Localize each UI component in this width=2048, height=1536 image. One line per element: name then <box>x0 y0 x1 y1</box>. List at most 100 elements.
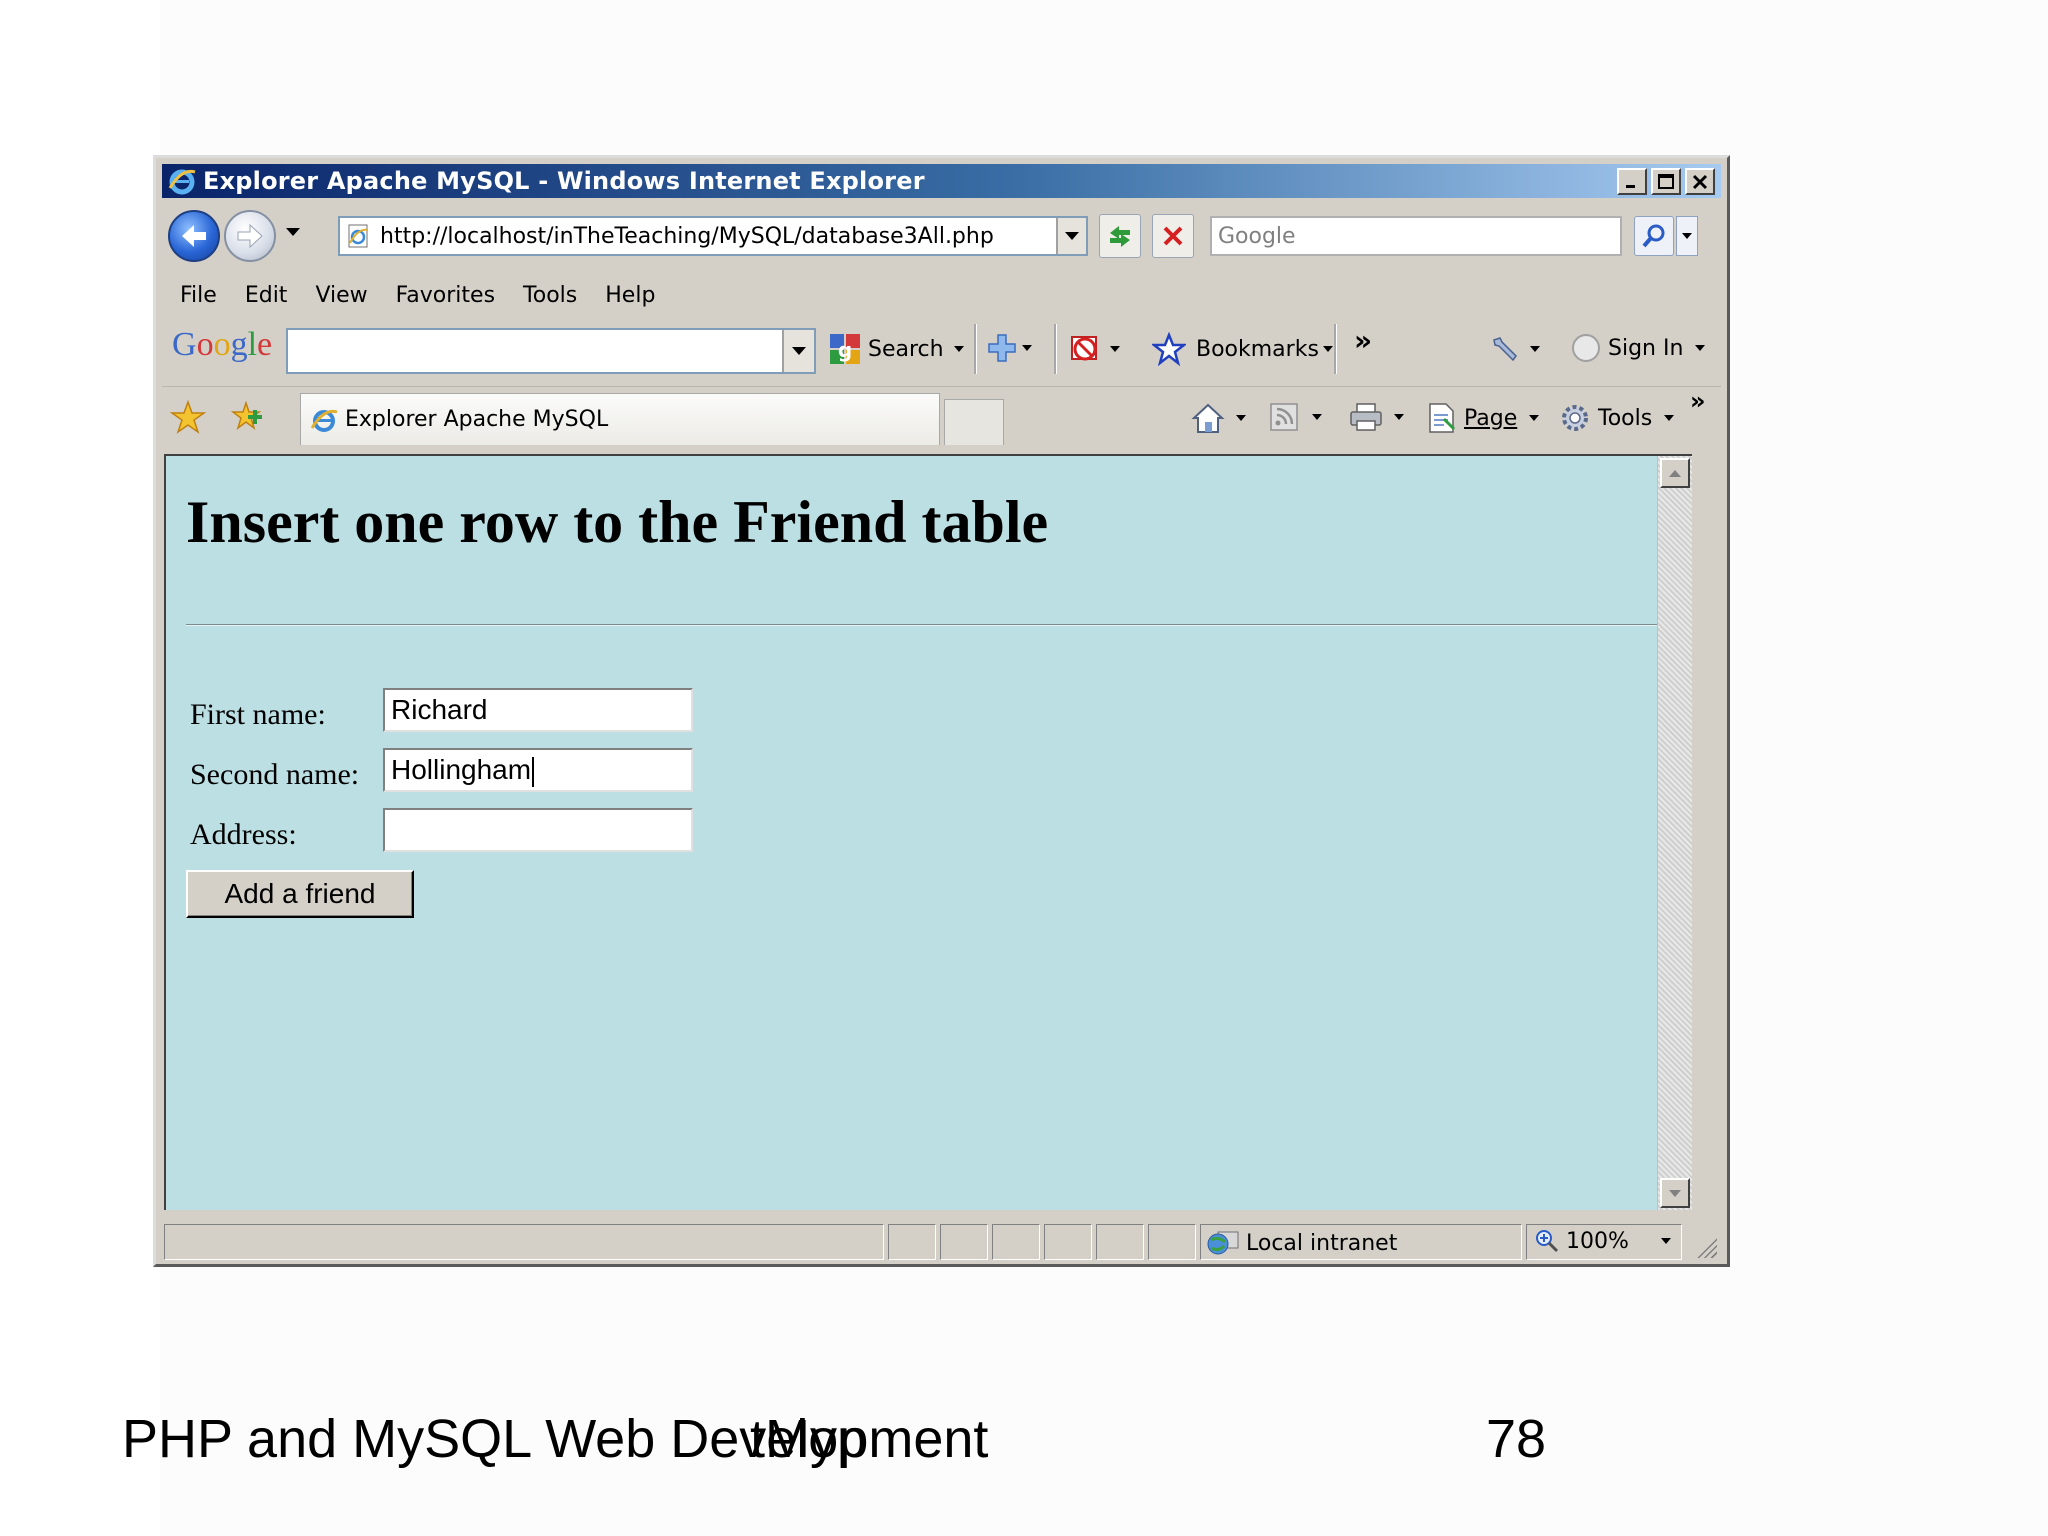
chevron-down-icon <box>1312 414 1322 420</box>
second-name-field[interactable]: Hollingham <box>383 748 693 792</box>
sign-in-circle-icon <box>1572 334 1600 362</box>
home-icon <box>1191 403 1225 433</box>
address-dropdown-button[interactable] <box>1056 218 1086 254</box>
chevron-down-icon <box>1529 415 1540 421</box>
vertical-scrollbar[interactable] <box>1657 456 1692 1210</box>
chevron-down-icon <box>1695 345 1706 351</box>
tab-bar: Explorer Apache MySQL Page Tools » <box>162 386 1721 445</box>
back-button[interactable] <box>168 210 220 262</box>
chevron-up-icon <box>1669 469 1681 477</box>
status-cell <box>940 1224 988 1260</box>
forward-button[interactable] <box>224 210 276 262</box>
sign-in-label: Sign In <box>1608 335 1684 361</box>
second-name-label: Second name: <box>190 758 360 791</box>
menu-favorites[interactable]: Favorites <box>396 283 495 308</box>
address-field[interactable] <box>383 808 693 852</box>
svg-text:g: g <box>838 338 852 362</box>
maximize-button[interactable] <box>1651 168 1681 195</box>
ie-logo-icon <box>168 169 196 195</box>
google-g-icon: g <box>830 334 860 364</box>
chevron-down-icon <box>1322 346 1333 352</box>
close-button[interactable] <box>1685 168 1715 195</box>
scroll-down-button[interactable] <box>1660 1178 1690 1208</box>
minimize-button[interactable] <box>1617 168 1647 195</box>
menu-help[interactable]: Help <box>605 283 655 308</box>
tab-label: Explorer Apache MySQL <box>345 407 609 432</box>
add-friend-button[interactable]: Add a friend <box>186 870 414 918</box>
page-content: Insert one row to the Friend table First… <box>164 454 1692 1210</box>
slide-margin <box>0 0 160 1536</box>
intranet-globe-icon <box>1207 1231 1239 1255</box>
address-label: Address: <box>190 818 297 851</box>
chevron-down-icon <box>1682 233 1692 239</box>
forward-arrow-icon <box>237 223 263 249</box>
title-bar: Explorer Apache MySQL - Windows Internet… <box>162 164 1721 198</box>
favorites-center-button[interactable] <box>169 399 207 439</box>
live-search-input[interactable]: Google <box>1210 216 1622 256</box>
sign-in-button[interactable]: Sign In <box>1570 332 1706 364</box>
bookmarks-button[interactable]: Bookmarks <box>1152 332 1333 366</box>
toolbar-overflow-button[interactable]: » <box>1354 324 1372 357</box>
address-bar[interactable]: http://localhost/inTheTeaching/MySQL/dat… <box>338 216 1088 256</box>
resize-grip[interactable] <box>1695 1236 1717 1258</box>
page-menu-label: Page <box>1464 405 1518 431</box>
status-cell <box>1148 1224 1196 1260</box>
favorites-star-icon <box>169 399 207 434</box>
text-cursor <box>532 756 535 787</box>
popup-blocker-button[interactable] <box>1068 332 1120 366</box>
security-zone: Local intranet <box>1206 1228 1397 1258</box>
google-search-dropdown[interactable] <box>782 330 814 372</box>
recent-pages-dropdown[interactable] <box>286 228 300 236</box>
stop-icon <box>1163 226 1183 246</box>
search-icon <box>1642 224 1665 248</box>
slide-footer-overlap-text: tMyp <box>750 1409 868 1469</box>
menu-tools[interactable]: Tools <box>523 283 577 308</box>
first-name-field[interactable]: Richard <box>383 688 693 732</box>
page-menu-button[interactable]: Page <box>1426 401 1540 435</box>
plus-button[interactable] <box>986 332 1032 364</box>
stop-button[interactable] <box>1152 214 1194 258</box>
toolbar-settings-button[interactable] <box>1488 332 1540 366</box>
first-name-value: Richard <box>391 694 488 725</box>
window-title: Explorer Apache MySQL - Windows Internet… <box>203 167 925 195</box>
new-tab-button[interactable] <box>944 399 1004 445</box>
zone-label: Local intranet <box>1246 1230 1398 1256</box>
menu-bar: File Edit View Favorites Tools Help <box>162 278 1721 312</box>
google-search-button[interactable]: g Search <box>828 332 964 366</box>
tab-explorer-apache-mysql[interactable]: Explorer Apache MySQL <box>300 393 940 445</box>
plus-icon <box>988 334 1016 362</box>
scroll-up-button[interactable] <box>1660 458 1690 488</box>
chevron-down-icon <box>1669 1189 1681 1197</box>
chevron-down-icon <box>1530 346 1540 352</box>
browser-window: Explorer Apache MySQL - Windows Internet… <box>153 155 1730 1267</box>
search-go-button[interactable] <box>1634 216 1674 256</box>
page-icon <box>1429 403 1456 433</box>
command-bar-overflow-button[interactable]: » <box>1690 387 1706 415</box>
chevron-down-icon <box>1065 232 1079 240</box>
bookmarks-label: Bookmarks <box>1196 336 1319 362</box>
bookmarks-star-icon <box>1152 332 1186 366</box>
search-options-button[interactable] <box>1676 216 1698 256</box>
popup-blocker-icon <box>1071 336 1097 361</box>
menu-file[interactable]: File <box>180 283 217 308</box>
print-button[interactable] <box>1348 401 1404 433</box>
home-button[interactable] <box>1190 401 1246 435</box>
feeds-button[interactable] <box>1268 401 1322 433</box>
chevron-down-icon <box>953 346 964 352</box>
refresh-button[interactable] <box>1099 214 1141 258</box>
chevron-down-icon <box>1664 415 1675 421</box>
zoom-control[interactable]: 100% <box>1534 1228 1671 1254</box>
navigation-bar: http://localhost/inTheTeaching/MySQL/dat… <box>162 206 1721 266</box>
google-search-input[interactable] <box>286 328 816 374</box>
chevron-down-icon <box>1660 1238 1671 1244</box>
status-cell <box>888 1224 936 1260</box>
menu-edit[interactable]: Edit <box>245 283 288 308</box>
menu-view[interactable]: View <box>315 283 367 308</box>
print-icon <box>1350 403 1382 431</box>
add-to-favorites-button[interactable] <box>228 399 264 439</box>
tools-menu-button[interactable]: Tools <box>1558 401 1675 435</box>
status-cell <box>992 1224 1040 1260</box>
toolbar-separator <box>974 324 977 374</box>
back-arrow-icon <box>182 225 206 247</box>
close-icon <box>1692 174 1708 189</box>
